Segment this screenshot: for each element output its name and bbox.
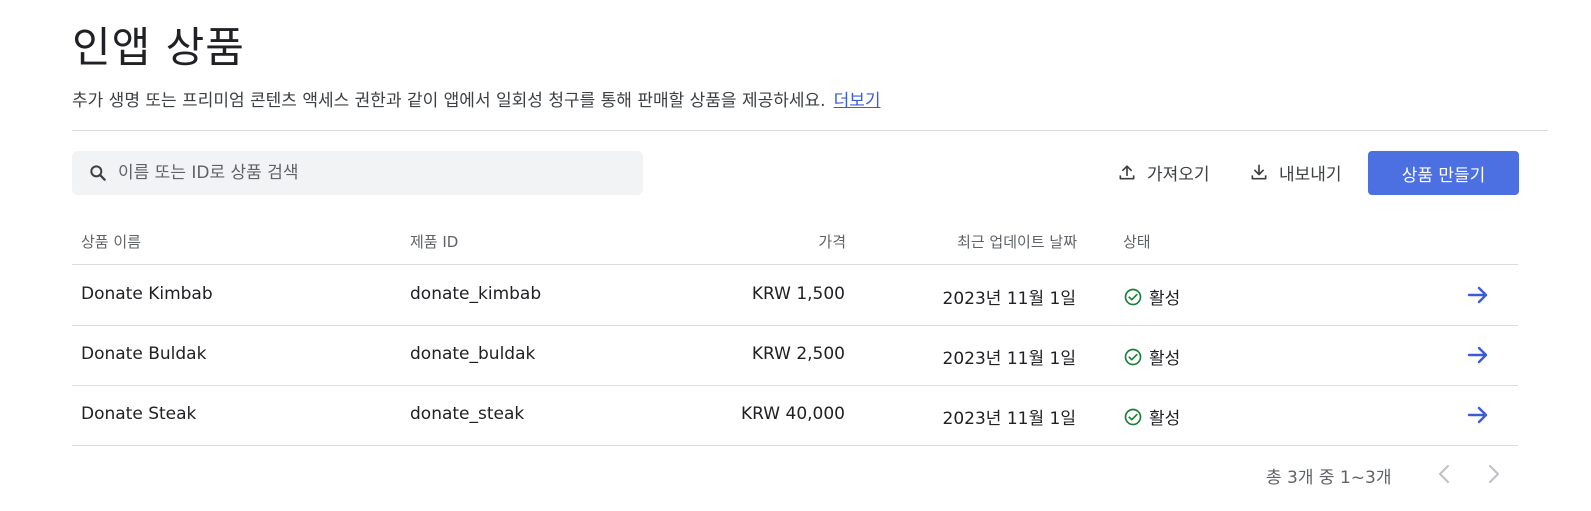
status-label: 활성: [1149, 289, 1181, 309]
product-id: donate_buldak: [410, 344, 536, 364]
arrow-right-icon[interactable]: [1466, 403, 1490, 427]
check-circle-icon: [1124, 408, 1142, 425]
download-icon: [1251, 164, 1267, 180]
page-title: 인앱 상품: [72, 23, 245, 72]
product-updated: 2023년 11월 1일: [942, 409, 1076, 429]
column-header-name: 상품 이름: [81, 233, 141, 251]
product-name: Donate Buldak: [81, 344, 207, 364]
chevron-left-icon[interactable]: [1433, 462, 1457, 486]
status-badge: 활성: [1123, 404, 1180, 429]
product-name: Donate Kimbab: [81, 284, 213, 304]
check-circle-icon: [1124, 288, 1142, 305]
arrow-right-icon[interactable]: [1466, 343, 1490, 367]
arrow-right-icon[interactable]: [1466, 283, 1490, 307]
product-price: KRW 40,000: [741, 404, 845, 424]
upload-icon: [1119, 165, 1135, 180]
product-price: KRW 2,500: [751, 344, 845, 364]
export-button[interactable]: 내보내기: [1249, 155, 1342, 189]
status-badge: 활성: [1123, 284, 1180, 309]
product-id: donate_steak: [410, 404, 525, 424]
column-header-status: 상태: [1123, 233, 1151, 251]
import-label: 가져오기: [1147, 164, 1210, 185]
product-name: Donate Steak: [81, 404, 197, 424]
create-product-button[interactable]: 상품 만들기: [1368, 151, 1519, 195]
check-circle-icon: [1124, 348, 1142, 365]
table-row[interactable]: Donate Kimbab donate_kimbab KRW 1,500 20…: [72, 265, 1518, 325]
chevron-right-icon[interactable]: [1481, 462, 1505, 486]
export-label: 내보내기: [1279, 164, 1342, 185]
search-input[interactable]: [118, 151, 618, 195]
product-price: KRW 1,500: [751, 284, 845, 304]
product-id: donate_kimbab: [410, 284, 542, 304]
search-bar[interactable]: [72, 151, 643, 195]
search-icon: [90, 165, 106, 181]
status-badge: 활성: [1123, 344, 1180, 369]
import-button[interactable]: 가져오기: [1117, 155, 1210, 189]
header-divider: [72, 130, 1548, 131]
learn-more-link[interactable]: 더보기: [834, 91, 881, 111]
product-updated: 2023년 11월 1일: [942, 289, 1076, 309]
table-row[interactable]: Donate Buldak donate_buldak KRW 2,500 20…: [72, 325, 1518, 385]
status-label: 활성: [1149, 349, 1181, 369]
column-header-id: 제품 ID: [410, 233, 459, 251]
description-text: 추가 생명 또는 프리미엄 콘텐츠 액세스 권한과 같이 앱에서 일회성 청구를…: [72, 91, 826, 111]
product-updated: 2023년 11월 1일: [942, 349, 1076, 369]
table-bottom-divider: [72, 445, 1518, 446]
status-label: 활성: [1149, 409, 1181, 429]
column-header-price: 가격: [818, 233, 846, 251]
page-description: 추가 생명 또는 프리미엄 콘텐츠 액세스 권한과 같이 앱에서 일회성 청구를…: [72, 86, 881, 111]
table-row[interactable]: Donate Steak donate_steak KRW 40,000 202…: [72, 385, 1518, 445]
pagination-summary: 총 3개 중 1~3개: [1266, 468, 1392, 488]
column-header-updated: 최근 업데이트 날짜: [957, 233, 1077, 251]
